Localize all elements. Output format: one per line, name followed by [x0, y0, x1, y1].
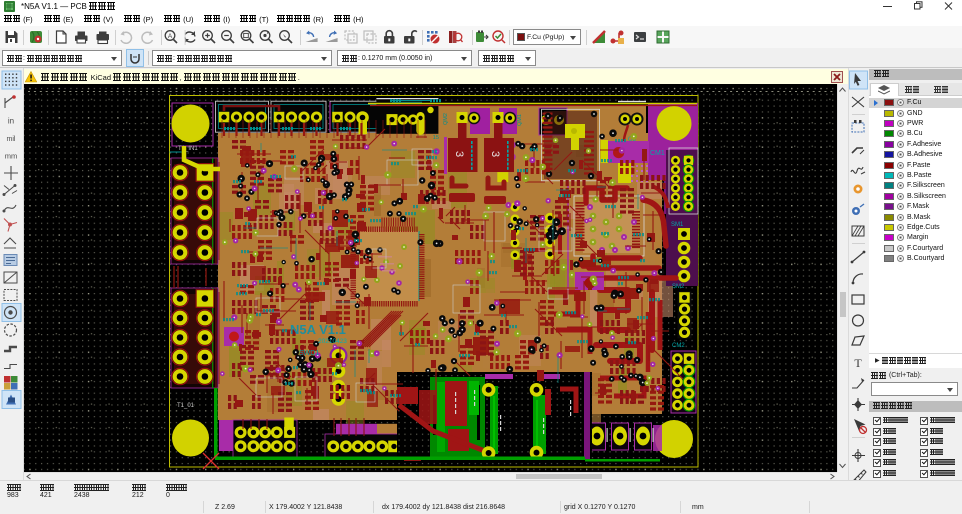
svg-text:CM2: CM2: [672, 343, 685, 349]
svg-text:mm: mm: [5, 152, 18, 161]
svg-text:SWD1: SWD1: [299, 350, 319, 357]
svg-text:3: 3: [489, 151, 501, 157]
svg-text:T: T: [854, 356, 862, 370]
svg-text:QM1: QM1: [517, 114, 523, 126]
svg-text:SM1: SM1: [671, 222, 684, 228]
svg-text:3: 3: [453, 151, 465, 157]
svg-text:SM2: SM2: [672, 284, 685, 290]
svg-text:T1_IN1: T1_IN1: [178, 146, 198, 152]
svg-text:T1_01: T1_01: [177, 403, 195, 409]
svg-text:15: 15: [433, 135, 439, 141]
svg-text:N5A V1.1: N5A V1.1: [290, 322, 346, 337]
svg-text:CM1: CM1: [650, 150, 665, 157]
svg-text:mil: mil: [7, 136, 16, 143]
svg-text:20210423: 20210423: [318, 338, 347, 345]
svg-text:in: in: [8, 117, 14, 126]
svg-text:A: A: [168, 33, 173, 40]
svg-text:QM2: QM2: [443, 113, 449, 125]
